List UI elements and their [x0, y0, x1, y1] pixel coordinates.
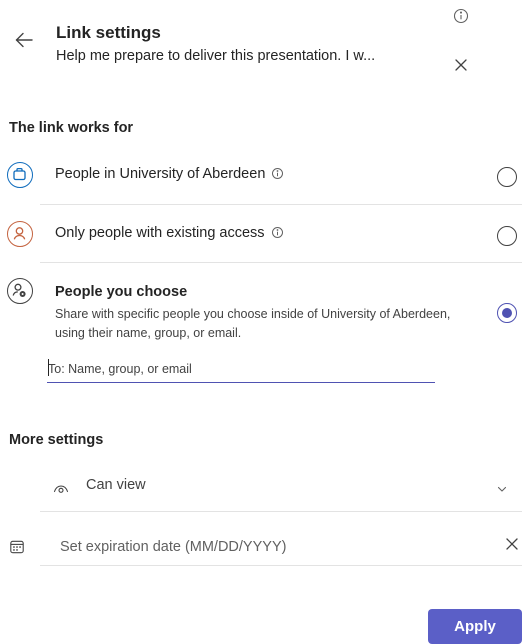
eye-icon [52, 479, 70, 497]
option-description: Share with specific people you choose in… [55, 307, 451, 340]
person-settings-icon [7, 278, 33, 304]
info-icon[interactable] [271, 226, 284, 239]
info-icon [453, 8, 469, 24]
dialog-title: Link settings [56, 23, 161, 42]
chevron-down-icon [496, 483, 508, 495]
link-works-for-heading: The link works for [9, 120, 134, 136]
back-button[interactable] [12, 28, 36, 52]
option-people-you-choose[interactable]: People you choose [0, 276, 522, 323]
permission-label: Can view [86, 477, 146, 493]
radio-people-you-choose[interactable] [497, 303, 517, 323]
calendar-icon [9, 539, 25, 555]
more-settings-heading: More settings [9, 432, 104, 448]
option-label: People in University of Aberdeen [55, 166, 266, 182]
info-button[interactable] [452, 7, 470, 25]
divider [40, 262, 522, 263]
expiration-date-input[interactable] [50, 532, 470, 562]
divider [40, 511, 522, 512]
option-people-in-org[interactable]: People in University of Aberdeen [0, 157, 522, 195]
divider [40, 204, 522, 205]
text-caret [48, 359, 49, 376]
divider [40, 565, 522, 566]
close-icon [455, 59, 467, 71]
recipients-input[interactable] [47, 355, 435, 383]
apply-button[interactable]: Apply [428, 609, 522, 644]
dialog-subtitle: Help me prepare to deliver this presenta… [56, 48, 376, 64]
radio-people-in-org[interactable] [497, 167, 517, 187]
briefcase-icon [7, 162, 33, 188]
option-existing-access[interactable]: Only people with existing access [0, 214, 522, 252]
person-icon [7, 221, 33, 247]
option-label: People you choose [55, 284, 188, 300]
close-button[interactable] [453, 57, 469, 73]
option-label: Only people with existing access [55, 225, 265, 241]
arrow-left-icon [15, 32, 33, 48]
info-icon[interactable] [271, 167, 284, 180]
close-icon [506, 538, 518, 550]
clear-date-button[interactable] [505, 537, 519, 551]
radio-existing-access[interactable] [497, 226, 517, 246]
